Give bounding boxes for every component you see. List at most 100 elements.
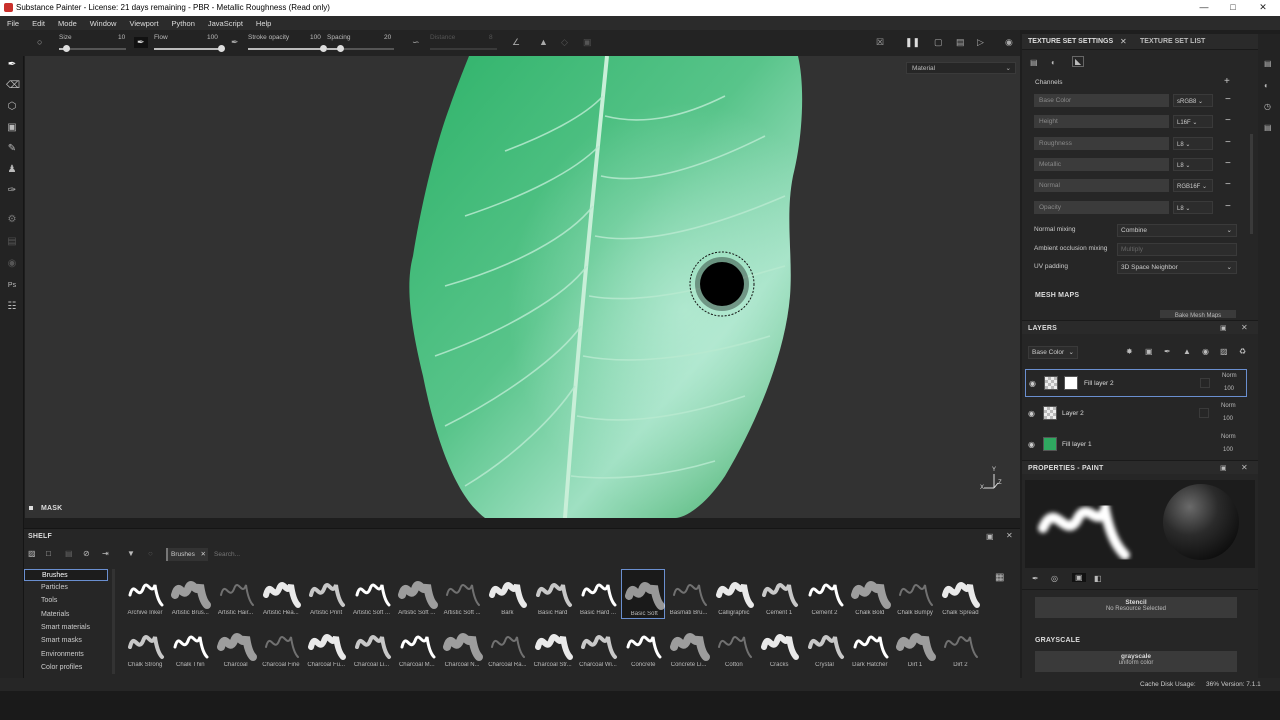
remove-channel-icon[interactable]: − [1225, 179, 1231, 191]
bake-mesh-maps-button[interactable]: Bake Mesh Maps [1160, 310, 1236, 318]
close-window-button[interactable]: ✕ [1249, 1, 1277, 14]
save-filter-icon[interactable]: ○ [148, 549, 153, 558]
stroke-opacity-value[interactable]: 100 [310, 34, 321, 41]
layer-opacity[interactable]: 100 [1223, 416, 1233, 422]
brush-item[interactable]: Artistic Print [304, 569, 348, 619]
properties-float-icon[interactable]: ▣ [1220, 464, 1227, 472]
tab-texture-set-settings[interactable]: TEXTURE SET SETTINGS [1028, 38, 1113, 45]
tab-texture-set-list[interactable]: TEXTURE SET LIST [1140, 38, 1205, 45]
layer-fill-layer-1[interactable]: ◉ Fill layer 1 Norm 100 [1025, 431, 1247, 453]
remove-channel-icon[interactable]: − [1225, 137, 1231, 149]
brush-item[interactable]: Artistic Soft ... [440, 569, 484, 619]
brush-item[interactable]: Artistic Brus... [168, 569, 212, 619]
brush-item[interactable]: Charcoal Fu... [304, 621, 348, 671]
layer-blend-mode[interactable]: Norm [1222, 373, 1237, 379]
add-fill-layer-icon[interactable]: ▲ [1183, 347, 1191, 356]
brush-item[interactable]: Charcoal M... [395, 621, 439, 671]
add-smart-icon[interactable]: ◉ [1202, 347, 1209, 356]
delete-layer-icon[interactable]: ♻ [1239, 347, 1246, 356]
category-smart-masks[interactable]: Smart masks [24, 635, 108, 647]
size-value[interactable]: 10 [118, 34, 125, 41]
minimize-button[interactable]: — [1190, 1, 1218, 14]
symmetry-settings-icon[interactable]: ◇ [561, 37, 568, 48]
menu-window[interactable]: Window [90, 19, 117, 28]
eraser-tool-icon[interactable]: ⌫ [6, 80, 20, 92]
angle-icon[interactable]: ∠ [512, 37, 520, 48]
channel-format-dropdown[interactable]: RGB16F ⌄ [1173, 179, 1213, 192]
brush-item[interactable]: Chalk Strong [123, 621, 167, 671]
leaf-mesh[interactable] [25, 56, 1020, 518]
polygon-fill-icon[interactable]: ▣ [6, 122, 18, 134]
brush-size-icon[interactable]: ○ [37, 37, 42, 47]
channel-format-dropdown[interactable]: L8 ⌄ [1173, 201, 1213, 214]
add-channel-icon[interactable]: + [1224, 76, 1230, 87]
brush-item[interactable]: Charcoal Fine [259, 621, 303, 671]
category-smart-materials[interactable]: Smart materials [24, 622, 108, 634]
bake-icon[interactable]: ◉ [6, 258, 18, 270]
brush-item[interactable]: Artistic Soft ... [350, 569, 394, 619]
stroke-opacity-slider[interactable] [248, 45, 327, 52]
layer-channel-dropdown[interactable]: Base Color ⌄ [1028, 346, 1078, 359]
ruler-icon[interactable]: ▤ [6, 236, 18, 248]
channel-format-dropdown[interactable]: sRGB8 ⌄ [1173, 94, 1213, 107]
category-color-profiles[interactable]: Color profiles [24, 662, 108, 674]
video-icon[interactable]: ▷ [977, 37, 984, 48]
grid-view-icon[interactable]: ▦ [995, 572, 1004, 583]
shelf-close-icon[interactable]: ✕ [1006, 531, 1013, 540]
menu-javascript[interactable]: JavaScript [208, 19, 243, 28]
brush-item[interactable]: Dirt 1 [893, 621, 937, 671]
grayscale-slot[interactable]: grayscale uniform color [1035, 651, 1237, 672]
texture-set-scrollbar[interactable] [1250, 134, 1253, 234]
brush-item[interactable]: Chalk Thin [168, 621, 212, 671]
brush-item[interactable]: Concrete [621, 621, 665, 671]
hide-icon[interactable]: ⊘ [83, 549, 90, 558]
brush-item[interactable]: Chalk Bumpy [893, 569, 937, 619]
layers-float-icon[interactable]: ▣ [1220, 324, 1227, 332]
symmetry-icon[interactable]: ▲ [539, 37, 548, 47]
brush-item[interactable]: Artistic Hea... [259, 569, 303, 619]
stencil-icon[interactable]: ▣ [1072, 573, 1086, 582]
category-particles[interactable]: Particles [24, 582, 108, 594]
stencil-slot[interactable]: Stencil No Resource Selected [1035, 597, 1237, 618]
maximize-button[interactable]: □ [1219, 1, 1247, 14]
flow-pressure-icon[interactable]: ✒ [231, 37, 239, 48]
brush-item[interactable]: Calligraphic [712, 569, 756, 619]
shelf-search-input[interactable] [214, 548, 514, 561]
layer-blend-mode[interactable]: Norm [1221, 403, 1236, 409]
menu-viewport[interactable]: Viewport [129, 19, 158, 28]
brush-item[interactable]: Cement 1 [757, 569, 801, 619]
brush-item[interactable]: Crystal [803, 621, 847, 671]
add-mask-icon[interactable]: ▣ [1145, 347, 1153, 356]
visibility-eye-icon[interactable]: ◉ [1029, 379, 1036, 388]
layer-layer-2[interactable]: ◉ Layer 2 Norm 100 [1025, 400, 1247, 428]
properties-close-icon[interactable]: ✕ [1241, 463, 1248, 472]
viewport-3d[interactable]: Material ⌄ Y X Z [25, 56, 1020, 518]
category-scrollbar[interactable] [112, 569, 115, 674]
category-tools[interactable]: Tools [24, 595, 108, 607]
category-materials[interactable]: Materials [24, 609, 108, 621]
brush-item[interactable]: Charcoal Ra... [485, 621, 529, 671]
add-paint-layer-icon[interactable]: ✒ [1164, 347, 1171, 356]
brush-item[interactable]: Cement 2 [803, 569, 847, 619]
screenshot-icon[interactable]: ◉ [1005, 37, 1013, 48]
remove-filter-icon[interactable]: ✕ [201, 550, 206, 558]
brush-item[interactable]: Cracks [757, 621, 801, 671]
clone-tool-icon[interactable]: ♟ [6, 164, 18, 176]
lazy-mouse-icon[interactable]: ∽ [412, 37, 420, 48]
settings-icon[interactable]: ⚙ [6, 214, 18, 226]
brush-item[interactable]: Basic Hard [531, 569, 575, 619]
remove-channel-icon[interactable]: − [1225, 201, 1231, 213]
brush-item[interactable]: Dirt 2 [938, 621, 982, 671]
remove-channel-icon[interactable]: − [1225, 94, 1231, 106]
layer-selection-box[interactable] [1199, 408, 1209, 418]
brush-item[interactable]: Dark Hatcher [848, 621, 892, 671]
flow-slider[interactable] [154, 45, 225, 52]
texture-set-icon[interactable]: ▤ [1030, 58, 1038, 67]
spacing-slider[interactable] [327, 45, 394, 52]
viewport-mode-icon[interactable]: ▢ [934, 37, 943, 48]
pause-icon[interactable]: ❚❚ [905, 37, 920, 48]
add-effect-icon[interactable]: ✸ [1126, 347, 1133, 356]
filter-icon[interactable]: ▼ [127, 549, 135, 558]
brush-item[interactable]: Cotton [712, 621, 756, 671]
hide-ui-icon[interactable]: ☒ [876, 37, 884, 48]
